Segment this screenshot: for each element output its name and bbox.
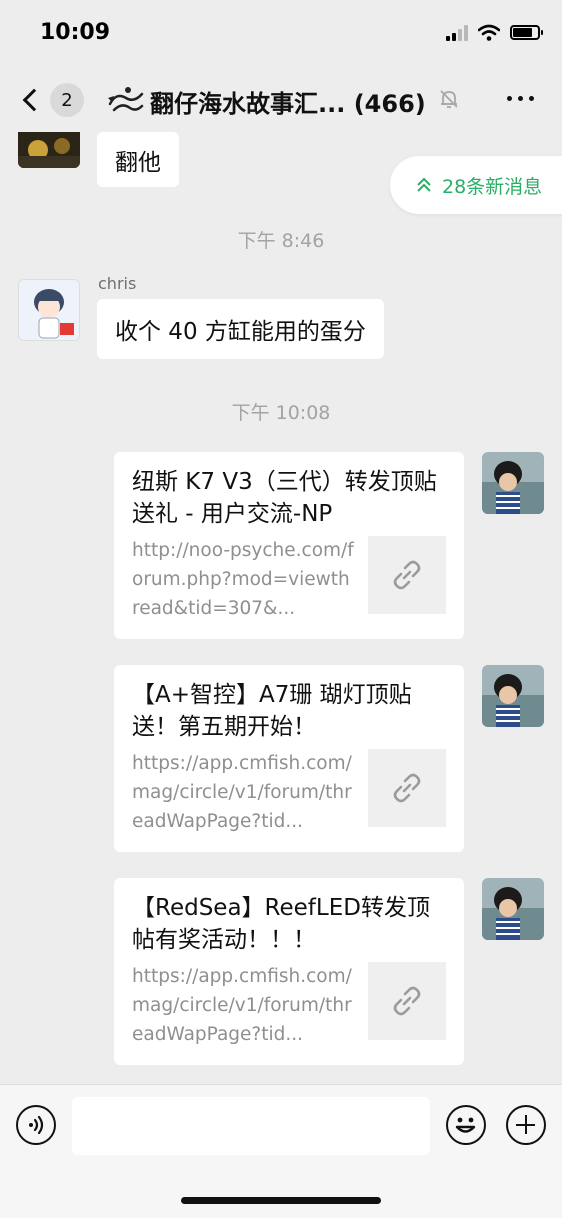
back-button[interactable]: 2 — [16, 80, 88, 120]
chat-area[interactable]: 翻他 28条新消息 下午 8:46 chris 收个 40 方缸能用的蛋分 下午… — [0, 132, 562, 1084]
bell-off-icon — [440, 90, 458, 108]
unread-count-badge: 2 — [50, 83, 84, 117]
link-card-title: 【A+智控】A7珊 瑚灯顶贴送！第五期开始！ — [132, 682, 412, 740]
avatar-image — [18, 132, 80, 168]
chevron-left-icon — [22, 88, 46, 112]
link-card-title: 【RedSea】ReefLED转发顶帖有奖活动！！！ — [132, 895, 430, 953]
link-card-thumbnail — [368, 962, 446, 1040]
link-icon — [393, 560, 421, 590]
link-icon — [393, 773, 421, 803]
timestamp: 下午 10:08 — [231, 402, 331, 424]
link-card-url: https://app.cmfish.com/mag/circle/v1/for… — [132, 753, 352, 832]
link-card-title: 纽斯 K7 V3（三代）转发顶贴送礼 - 用户交流-NP — [132, 469, 437, 527]
link-card[interactable]: 【RedSea】ReefLED转发顶帖有奖活动！！！ https://app.c… — [114, 878, 464, 1065]
avatar[interactable] — [482, 878, 544, 940]
status-icons — [446, 24, 543, 41]
nav-bar: 2 翻仔海水故事汇... (466) — [0, 68, 562, 132]
link-card-url: https://app.cmfish.com/mag/circle/v1/for… — [132, 966, 352, 1045]
emoji-button[interactable] — [446, 1105, 486, 1145]
link-card-thumbnail — [368, 749, 446, 827]
double-chevron-up-icon — [417, 177, 431, 192]
voice-button[interactable] — [16, 1105, 56, 1145]
battery-icon — [510, 25, 543, 40]
link-icon — [393, 986, 421, 1016]
cellular-signal-icon — [446, 24, 468, 41]
chat-title[interactable]: 翻仔海水故事汇... (466) — [150, 84, 426, 119]
new-messages-button[interactable]: 28条新消息 — [390, 156, 562, 214]
home-indicator[interactable] — [181, 1197, 381, 1204]
link-card[interactable]: 【A+智控】A7珊 瑚灯顶贴送！第五期开始！ https://app.cmfis… — [114, 665, 464, 852]
more-button[interactable] — [507, 96, 534, 101]
avatar-image — [482, 452, 544, 514]
status-bar: 10:09 — [0, 0, 562, 68]
status-time: 10:09 — [40, 20, 111, 45]
avatar-image — [482, 878, 544, 940]
avatar-image — [482, 665, 544, 727]
new-messages-label: 28条新消息 — [442, 175, 543, 198]
avatar[interactable] — [18, 132, 80, 168]
avatar-image — [19, 280, 79, 340]
voice-icon — [29, 1115, 44, 1135]
link-card-thumbnail — [368, 536, 446, 614]
more-dots-icon — [507, 96, 512, 101]
link-card-url: http://noo-psyche.com/forum.php?mod=view… — [132, 540, 354, 619]
message-input[interactable] — [72, 1097, 430, 1155]
message-bubble[interactable]: 翻他 — [97, 132, 179, 187]
plus-button[interactable] — [506, 1105, 546, 1145]
timestamp: 下午 8:46 — [237, 230, 325, 252]
sender-name: chris — [98, 274, 137, 293]
avatar[interactable] — [482, 665, 544, 727]
message-bubble[interactable]: 收个 40 方缸能用的蛋分 — [97, 299, 384, 359]
avatar[interactable] — [482, 452, 544, 514]
link-card[interactable]: 纽斯 K7 V3（三代）转发顶贴送礼 - 用户交流-NP http://noo-… — [114, 452, 464, 639]
emoji-icon — [455, 1117, 476, 1133]
group-logo-icon — [108, 87, 144, 112]
avatar[interactable] — [18, 279, 80, 341]
wifi-icon — [478, 24, 500, 41]
